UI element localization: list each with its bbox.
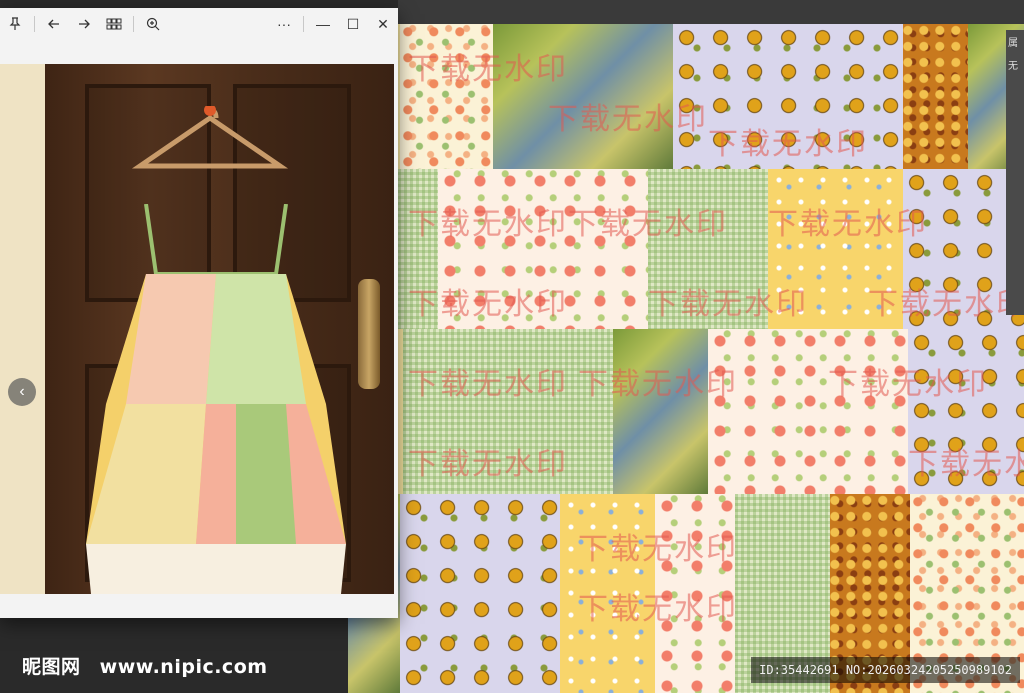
image-id-stamp: ID:35442691 NO:20260324205250989102 [751, 657, 1020, 683]
photo-viewer-window: ··· — ☐ ✕ ‹ [0, 8, 398, 618]
tile [493, 24, 673, 169]
minimize-button[interactable]: — [308, 9, 338, 39]
tile [400, 494, 560, 693]
door-handle [358, 279, 380, 389]
logo-cn: 昵图网 [22, 656, 81, 678]
arrow-left-icon[interactable] [39, 9, 69, 39]
logo-url: www.nipic.com [99, 656, 268, 678]
tile [655, 494, 735, 693]
viewer-subbar [0, 40, 398, 62]
tile [613, 329, 708, 494]
tile [560, 494, 655, 693]
side-panel-item[interactable]: 属 [1006, 30, 1024, 53]
toolbar-divider [34, 16, 35, 32]
tile [673, 24, 903, 169]
tile [768, 169, 903, 329]
hanger [131, 106, 289, 169]
pin-icon[interactable] [0, 9, 30, 39]
patchwork-dress [86, 204, 346, 594]
toolbar-divider [303, 16, 304, 32]
toolbar-divider [133, 16, 134, 32]
tile [398, 169, 438, 329]
tile [708, 329, 908, 494]
tile [400, 24, 495, 169]
zoom-in-icon[interactable] [138, 9, 168, 39]
editor-top-strip [398, 0, 1024, 25]
editor-side-panel: 属 无 [1006, 30, 1024, 315]
tile [908, 329, 1024, 494]
dress-photo: ‹ [0, 64, 394, 594]
site-logo: 昵图网 www.nipic.com [22, 652, 268, 679]
arrow-right-icon[interactable] [69, 9, 99, 39]
tile [903, 24, 968, 169]
pattern-canvas: 下载无水印 下载无水印 下载无水印 下载无水印 下载无水印 下载无水印 下载无水… [348, 24, 1024, 693]
grid-icon[interactable] [99, 9, 129, 39]
tile [648, 169, 768, 329]
tile [438, 169, 648, 329]
tile [403, 329, 613, 494]
previous-image-button[interactable]: ‹ [8, 378, 36, 406]
close-button[interactable]: ✕ [368, 9, 398, 39]
side-panel-item[interactable]: 无 [1006, 53, 1024, 76]
more-button[interactable]: ··· [269, 9, 299, 39]
maximize-button[interactable]: ☐ [338, 9, 368, 39]
viewer-titlebar: ··· — ☐ ✕ [0, 8, 398, 40]
